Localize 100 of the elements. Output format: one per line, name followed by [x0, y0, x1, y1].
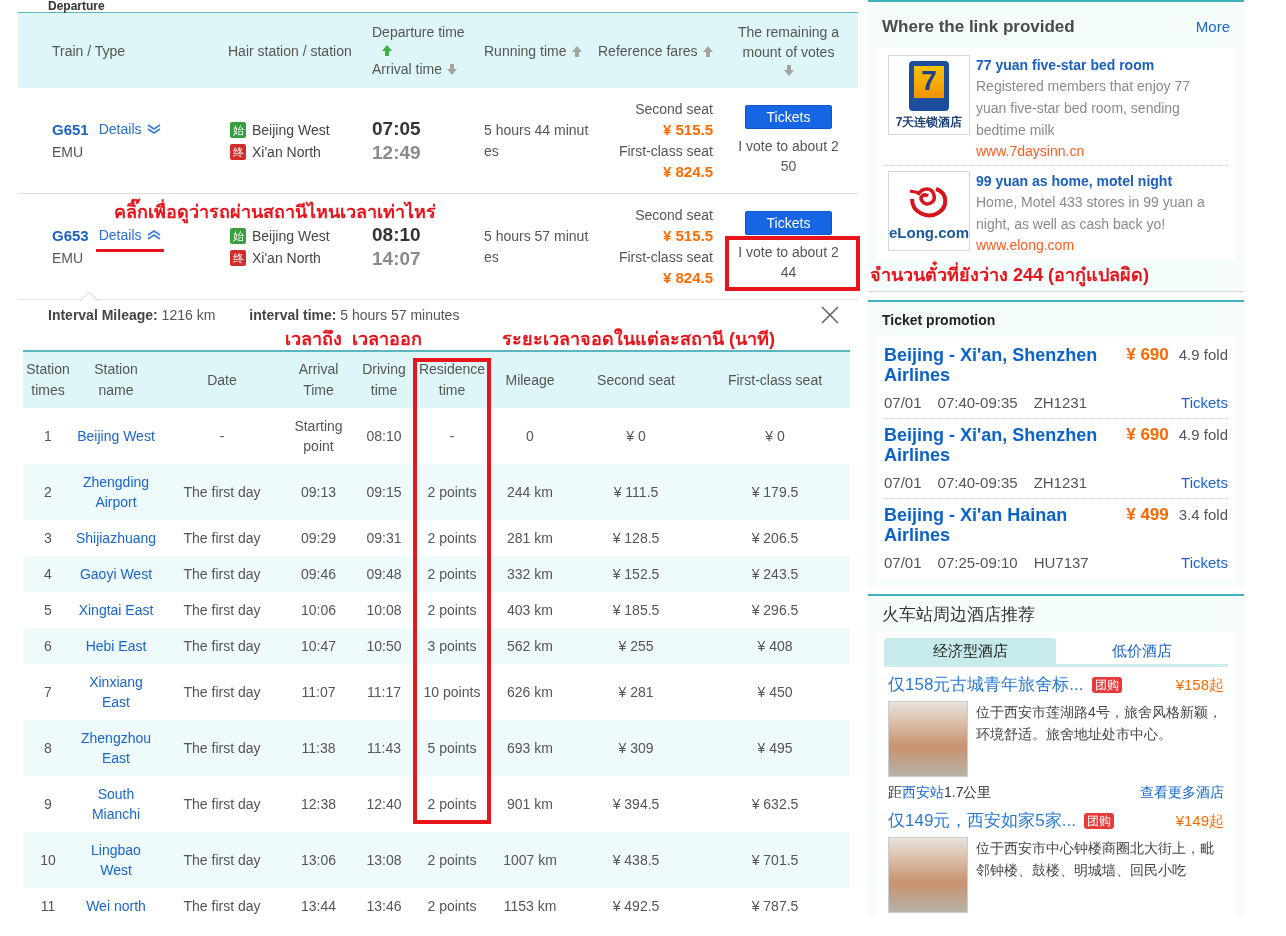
station-link[interactable]: 西安站	[902, 783, 944, 800]
price-text: ¥158起	[1175, 674, 1224, 695]
price-text: ¥ 690	[1126, 344, 1169, 365]
hotel-title-link[interactable]: 仅158元古城青年旅舍标...	[888, 672, 1084, 697]
arrival-time: 12:49	[372, 140, 422, 165]
table-cell: The first day	[159, 888, 285, 924]
tickets-button[interactable]: Tickets	[745, 105, 832, 129]
station-link[interactable]: South Mianchi	[75, 784, 157, 824]
table-cell: 2 points	[416, 520, 488, 556]
column-header[interactable]: The remaining amount of votes	[733, 22, 844, 62]
logo-caption: 7天连锁酒店	[895, 114, 963, 129]
running-time: 5 hours 57 minutes	[484, 226, 590, 267]
station-link[interactable]: Zhengzhou East	[75, 728, 157, 768]
details-link[interactable]: Details	[98, 117, 161, 141]
time-text: 07:25-09:10	[937, 552, 1018, 573]
table-cell: 10:06	[285, 592, 352, 628]
table-cell: 12:38	[285, 776, 352, 832]
tab[interactable]: 低价酒店	[1056, 637, 1228, 664]
tickets-link[interactable]: Tickets	[1181, 392, 1228, 413]
column-header: Mileage	[488, 351, 572, 408]
flight-route-link[interactable]: Beijing - Xi'an, Shenzhen Airlines	[884, 344, 1120, 385]
table-cell: ¥ 492.5	[572, 888, 700, 924]
table-cell: ¥ 185.5	[572, 592, 700, 628]
tab[interactable]: 经济型酒店	[884, 637, 1056, 664]
ad-title-link[interactable]: 77 yuan five-star bed room	[976, 54, 1224, 75]
arrow-up-icon[interactable]	[702, 45, 713, 57]
more-link[interactable]: More	[1195, 15, 1230, 38]
station-name: Xi'an North	[252, 142, 321, 162]
column-header[interactable]: Departure time	[372, 24, 465, 40]
date-text: 07/01	[884, 552, 922, 573]
station-link[interactable]: Xingtai East	[78, 600, 154, 620]
hotel-title-link[interactable]: 仅149元，西安如家5家...	[888, 808, 1076, 833]
station-name: Beijing West	[252, 226, 330, 246]
column-header[interactable]: Reference fares	[598, 42, 698, 59]
station-name: Beijing West	[252, 120, 330, 140]
tickets-link[interactable]: Tickets	[1181, 552, 1228, 573]
train-number-link[interactable]: G651	[52, 117, 89, 141]
table-cell: 10:08	[352, 592, 416, 628]
more-hotels-link[interactable]: 查看更多酒店	[1140, 780, 1224, 803]
table-cell: 11:38	[285, 720, 352, 776]
train-type: EMU	[52, 142, 85, 162]
column-header[interactable]: Running time	[484, 42, 567, 59]
station-link[interactable]: Wei north	[86, 896, 146, 916]
ad-url-link[interactable]: www.elong.com	[976, 234, 1224, 255]
flight-route-link[interactable]: Beijing - Xi'an, Shenzhen Airlines	[884, 424, 1120, 465]
table-cell: The first day	[159, 832, 285, 888]
table-cell: ¥ 309	[572, 720, 700, 776]
table-cell: ¥ 179.5	[700, 464, 850, 520]
station-link[interactable]: Hebi East	[85, 636, 147, 656]
station-link[interactable]: Lingbao West	[75, 840, 157, 880]
running-time: 5 hours 44 minutes	[484, 120, 590, 161]
discount-text: 4.9 fold	[1178, 344, 1228, 365]
ad-url-link[interactable]: www.7daysinn.cn	[976, 140, 1224, 161]
details-link[interactable]: Details	[98, 223, 161, 247]
tickets-link[interactable]: Tickets	[1181, 472, 1228, 493]
ad-description: Home, Motel 433 stores in 99 yuan a night, as well as cash back yo!	[976, 192, 1206, 234]
table-cell: ¥ 408	[700, 628, 850, 664]
tickets-button[interactable]: Tickets	[745, 211, 832, 235]
departure-time: 07:05	[372, 116, 422, 141]
station-link[interactable]: Gaoyi West	[79, 564, 153, 584]
column-header[interactable]: Arrival time	[372, 61, 442, 77]
end-station-tag: 终	[230, 249, 246, 266]
column-header: Station times	[23, 351, 73, 408]
arrow-down-icon[interactable]	[447, 64, 457, 75]
table-cell: 2 points	[416, 776, 488, 832]
arrow-up-icon[interactable]	[571, 45, 582, 57]
table-cell: 281 km	[488, 520, 572, 556]
train-number-link[interactable]: G653	[52, 223, 89, 247]
table-cell: 09:15	[352, 464, 416, 520]
station-link[interactable]: Zhengding Airport	[75, 472, 157, 512]
table-cell: 562 km	[488, 628, 572, 664]
station-link[interactable]: Beijing West	[77, 426, 155, 446]
ad-title-link[interactable]: 99 yuan as home, motel night	[976, 170, 1224, 191]
table-cell: The first day	[159, 592, 285, 628]
table-cell: ¥ 0	[700, 408, 850, 464]
time-text: 07:40-09:35	[937, 472, 1018, 493]
station-link[interactable]: Xinxiang East	[75, 672, 157, 712]
fare-price: ¥ 824.5	[661, 267, 713, 288]
flight-number: ZH1231	[1033, 472, 1087, 493]
close-icon[interactable]	[820, 305, 840, 325]
arrow-up-icon[interactable]	[382, 45, 392, 56]
station-link[interactable]: Shijiazhuang	[75, 528, 157, 548]
table-cell: 332 km	[488, 556, 572, 592]
table-cell: 0	[488, 408, 572, 464]
table-cell: ¥ 438.5	[572, 832, 700, 888]
table-cell: 5 points	[416, 720, 488, 776]
table-cell: 5	[23, 592, 73, 628]
table-cell: ¥ 206.5	[700, 520, 850, 556]
table-cell: 2 points	[416, 888, 488, 924]
table-cell: 9	[23, 776, 73, 832]
table-cell: 1153 km	[488, 888, 572, 924]
table-cell: 10:47	[285, 628, 352, 664]
table-cell: 1	[23, 408, 73, 464]
start-station-tag: 始	[230, 121, 246, 138]
arrow-down-icon[interactable]	[783, 65, 794, 76]
column-header: Second seat	[572, 351, 700, 408]
hotel-description: 位于西安市莲湖路4号，旅舍风格新颖，环境舒适。旅舍地址处市中心。	[976, 702, 1223, 744]
flight-route-link[interactable]: Beijing - Xi'an Hainan Airlines	[884, 504, 1120, 545]
fare-price: ¥ 515.5	[661, 119, 713, 140]
column-header: Residence time	[416, 351, 488, 408]
